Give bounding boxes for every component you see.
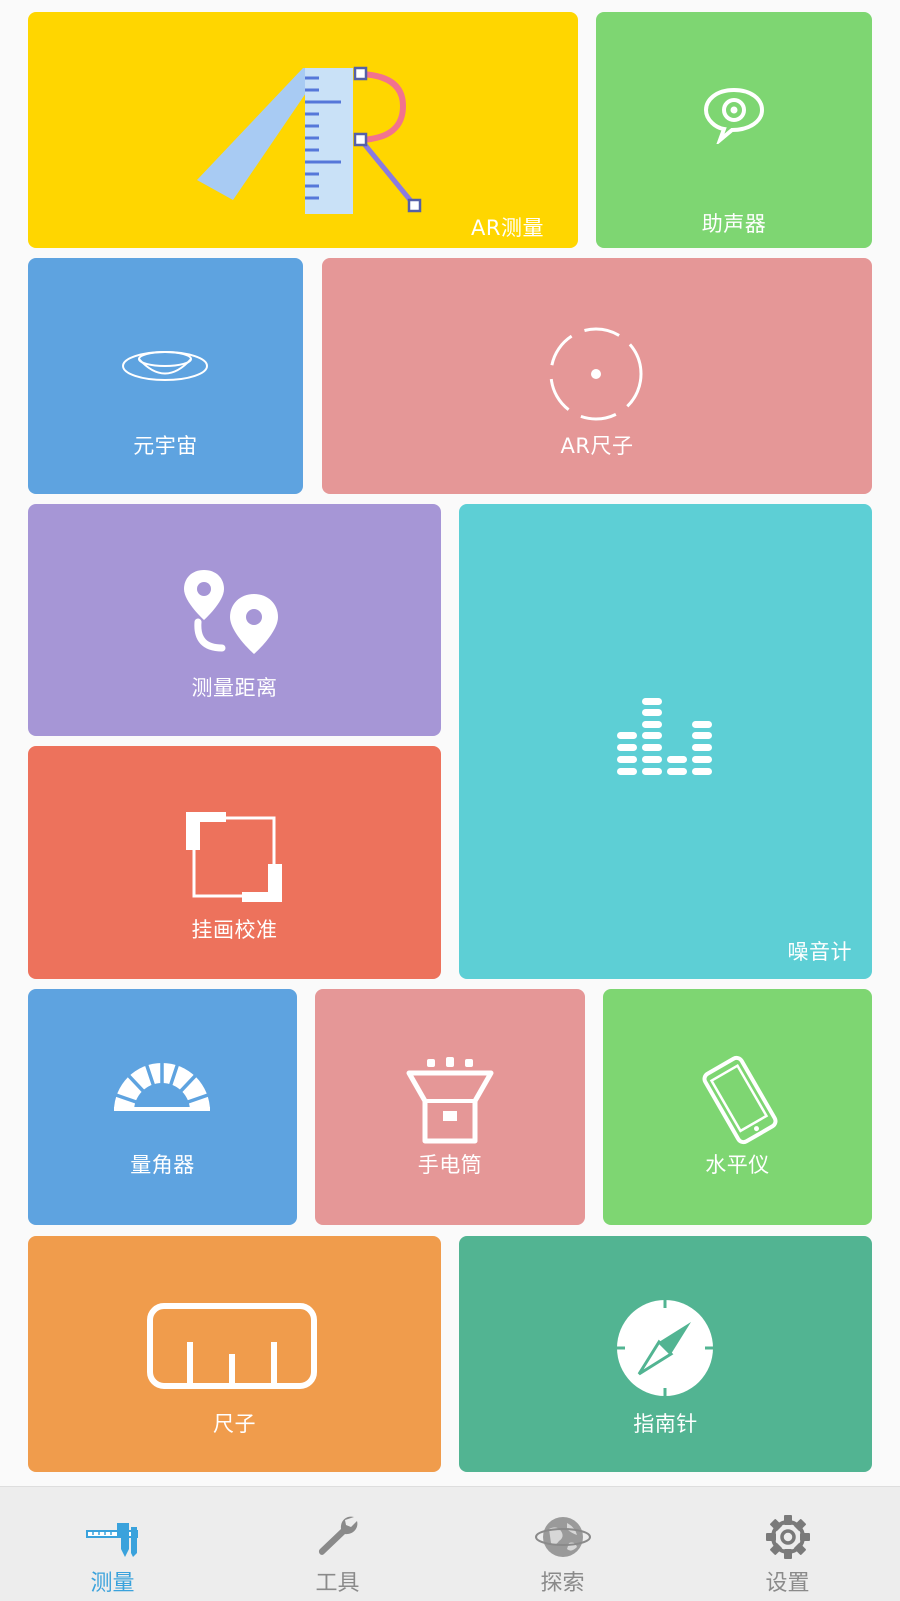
globe-icon bbox=[534, 1513, 591, 1561]
gear-icon bbox=[760, 1513, 816, 1561]
frame-corners-icon bbox=[184, 812, 284, 902]
ear-icon bbox=[702, 84, 766, 144]
tile-noise-meter[interactable]: 噪音计 bbox=[459, 504, 872, 979]
nav-label: 设置 bbox=[765, 1571, 810, 1596]
tile-measure-distance[interactable]: 测量距离 bbox=[28, 504, 441, 736]
tile-label: 挂画校准 bbox=[191, 918, 278, 942]
tile-label: 量角器 bbox=[130, 1153, 195, 1177]
target-circle-icon bbox=[546, 324, 646, 424]
equalizer-bars-icon bbox=[617, 698, 713, 788]
tile-label: 指南针 bbox=[633, 1412, 698, 1436]
tile-label: 助声器 bbox=[701, 212, 767, 236]
planet-ring-icon bbox=[120, 344, 210, 388]
nav-label: 探索 bbox=[540, 1571, 585, 1596]
compass-icon bbox=[615, 1298, 715, 1398]
tile-label: 元宇宙 bbox=[133, 434, 198, 458]
tile-ar-measure[interactable]: AR测量 bbox=[28, 12, 578, 248]
caliper-icon bbox=[85, 1513, 141, 1561]
nav-item-settings[interactable]: 设置 bbox=[675, 1487, 900, 1601]
wrench-icon bbox=[310, 1513, 366, 1561]
tile-hearing-aid[interactable]: 助声器 bbox=[596, 12, 872, 248]
tile-compass[interactable]: 指南针 bbox=[459, 1236, 872, 1472]
tile-label: 测量距离 bbox=[191, 676, 278, 700]
protractor-icon bbox=[112, 1047, 212, 1113]
tile-label: 尺子 bbox=[213, 1412, 256, 1436]
tile-label: 手电筒 bbox=[417, 1153, 483, 1177]
flashlight-icon bbox=[405, 1057, 495, 1145]
tilted-phone-icon bbox=[695, 1055, 785, 1145]
tile-label: 噪音计 bbox=[787, 940, 852, 964]
ar-ruler-icon bbox=[193, 50, 433, 230]
tile-metaverse[interactable]: 元宇宙 bbox=[28, 258, 303, 494]
bottom-navigation: 测量 工具 探索 设置 bbox=[0, 1486, 900, 1601]
tile-ruler[interactable]: 尺子 bbox=[28, 1236, 441, 1472]
tile-level[interactable]: 水平仪 bbox=[603, 989, 872, 1225]
tile-picture-calibrate[interactable]: 挂画校准 bbox=[28, 746, 441, 979]
nav-item-tools[interactable]: 工具 bbox=[225, 1487, 450, 1601]
tile-label: 水平仪 bbox=[705, 1153, 770, 1177]
ruler-icon bbox=[146, 1302, 318, 1392]
nav-label: 工具 bbox=[315, 1571, 360, 1596]
map-pins-icon bbox=[182, 568, 286, 658]
nav-label: 测量 bbox=[90, 1571, 135, 1596]
nav-item-measure[interactable]: 测量 bbox=[0, 1487, 225, 1601]
tile-label: AR测量 bbox=[471, 216, 544, 240]
tile-ar-ruler[interactable]: AR尺子 bbox=[322, 258, 872, 494]
nav-item-explore[interactable]: 探索 bbox=[450, 1487, 675, 1601]
tile-protractor[interactable]: 量角器 bbox=[28, 989, 297, 1225]
tile-label: AR尺子 bbox=[560, 434, 634, 458]
tile-flashlight[interactable]: 手电筒 bbox=[315, 989, 585, 1225]
